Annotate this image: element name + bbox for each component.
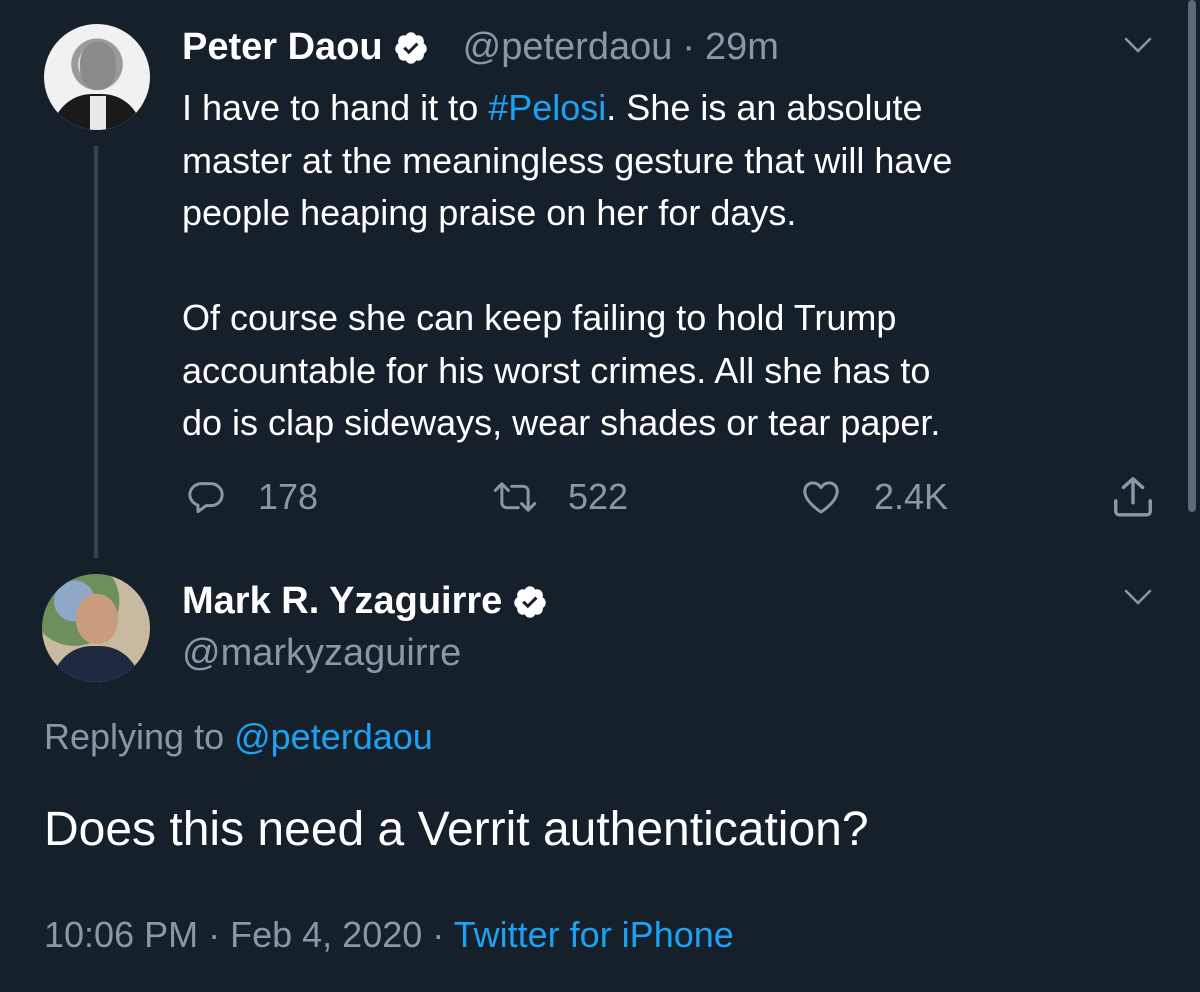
tweet-body: I have to hand it to #Pelosi. She is an … bbox=[182, 82, 952, 450]
tweet-time[interactable]: 10:06 PM bbox=[44, 914, 198, 955]
tweet-line-3: people heaping praise on her for days. bbox=[182, 192, 797, 233]
author-name[interactable]: Mark R. Yzaguirre bbox=[182, 580, 502, 623]
like-count: 2.4K bbox=[874, 476, 949, 517]
chevron-down-icon[interactable] bbox=[1124, 588, 1152, 606]
avatar[interactable] bbox=[42, 574, 150, 682]
retweet-count: 522 bbox=[568, 476, 629, 517]
like-icon bbox=[803, 481, 839, 514]
avatar-head bbox=[76, 594, 118, 644]
author-name[interactable]: Peter Daou bbox=[182, 26, 383, 69]
reply-icon bbox=[188, 482, 224, 514]
tweet-date[interactable]: Feb 4, 2020 bbox=[230, 914, 422, 955]
timestamp[interactable]: 29m bbox=[705, 26, 779, 69]
like-button[interactable]: 2.4K bbox=[800, 476, 948, 518]
author-handle[interactable]: @peterdaou bbox=[463, 26, 673, 69]
tweet-header: Peter Daou @peterdaou · 29m bbox=[182, 26, 779, 69]
tweet-line-4: Of course she can keep failing to hold T… bbox=[182, 297, 897, 338]
mention-link[interactable]: @peterdaou bbox=[234, 716, 433, 757]
separator: · bbox=[682, 26, 696, 68]
reply-button[interactable]: 178 bbox=[186, 476, 318, 518]
reply-header: Mark R. Yzaguirre bbox=[182, 580, 548, 623]
thread-line bbox=[94, 146, 98, 558]
tweet-meta: 10:06 PM · Feb 4, 2020 · Twitter for iPh… bbox=[44, 914, 734, 955]
avatar-head bbox=[80, 42, 116, 90]
tweet-line-6: do is clap sideways, wear shades or tear… bbox=[182, 402, 941, 443]
tweet-line-1: I have to hand it to #Pelosi. She is an … bbox=[182, 87, 923, 128]
retweet-icon bbox=[493, 482, 537, 512]
tweet-line-5: accountable for his worst crimes. All sh… bbox=[182, 349, 931, 391]
avatar[interactable] bbox=[44, 24, 150, 130]
reply-count: 178 bbox=[258, 476, 319, 517]
avatar-body bbox=[52, 646, 140, 682]
tweet-source-link[interactable]: Twitter for iPhone bbox=[454, 914, 734, 955]
verified-badge-icon bbox=[514, 585, 547, 618]
author-handle[interactable]: @markyzaguirre bbox=[182, 632, 461, 675]
replying-to: Replying to @peterdaou bbox=[44, 716, 433, 757]
share-icon[interactable] bbox=[1110, 474, 1156, 520]
scrollbar[interactable] bbox=[1188, 0, 1196, 512]
retweet-button[interactable]: 522 bbox=[492, 476, 628, 518]
reply-body: Does this need a Verrit authentication? bbox=[44, 803, 869, 856]
chevron-down-icon[interactable] bbox=[1124, 36, 1152, 54]
avatar-shirt bbox=[90, 96, 106, 130]
hashtag-link[interactable]: #Pelosi bbox=[488, 87, 606, 128]
verified-badge-icon bbox=[394, 31, 427, 64]
tweet-line-2: master at the meaningless gesture that w… bbox=[182, 139, 953, 181]
